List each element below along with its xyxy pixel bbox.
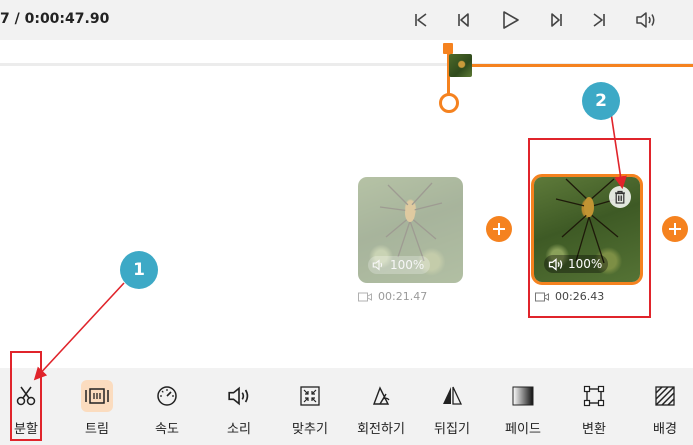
fade-icon (507, 380, 539, 412)
tool-flip[interactable]: 뒤집기 (420, 368, 484, 445)
tool-fit[interactable]: 맞추기 (278, 368, 342, 445)
previous-frame-button[interactable] (451, 8, 475, 32)
clip-volume: 100% (368, 256, 431, 274)
skip-to-start-icon (415, 13, 427, 27)
speaker-icon (223, 380, 255, 412)
playhead-handle[interactable] (443, 43, 453, 54)
playback-bar: 7 / 0:00:47.90 (0, 0, 693, 40)
video-camera-icon (358, 292, 372, 301)
plus-icon (669, 223, 681, 235)
next-frame-icon (551, 13, 562, 27)
play-icon (503, 11, 519, 29)
timeline-progress (472, 64, 693, 67)
video-clip-1[interactable]: 100% (358, 177, 463, 283)
tool-label: 뒤집기 (434, 422, 470, 437)
add-clip-button[interactable] (662, 216, 688, 242)
tool-label: 배경 (653, 422, 677, 437)
tool-background[interactable]: 배경 (633, 368, 693, 445)
volume-button[interactable] (634, 8, 658, 32)
tool-label: 소리 (227, 422, 251, 437)
clip-duration-1: 00:21.47 (358, 290, 427, 303)
timeline-thumbnail (449, 54, 472, 77)
annotation-box-clip (528, 138, 651, 318)
skip-to-end-button[interactable] (587, 8, 611, 32)
tool-sound[interactable]: 소리 (207, 368, 271, 445)
tool-label: 속도 (155, 422, 179, 437)
annotation-box-split (10, 351, 42, 441)
tool-transform[interactable]: 변환 (562, 368, 626, 445)
speedometer-icon (151, 380, 183, 412)
tool-label: 페이드 (505, 422, 541, 437)
speaker-icon (372, 259, 383, 271)
tool-label: 트림 (85, 422, 109, 437)
timecode: 7 / 0:00:47.90 (0, 11, 110, 27)
plus-icon (493, 223, 505, 235)
tool-label: 맞추기 (292, 422, 328, 437)
skip-to-start-button[interactable] (409, 8, 433, 32)
annotation-badge-2: 2 (582, 82, 620, 120)
rotate-icon (365, 380, 397, 412)
tool-label: 회전하기 (357, 422, 405, 437)
edit-toolbar: 분할 트림 속도 소리 맞추기 회전하기 뒤집기 페이드 변환 배경 (0, 368, 693, 445)
tool-speed[interactable]: 속도 (135, 368, 199, 445)
fit-icon (294, 380, 326, 412)
clip-volume-value: 100% (390, 258, 425, 272)
playhead-knob[interactable] (439, 93, 459, 113)
annotation-badge-1: 1 (120, 251, 158, 289)
background-icon (649, 380, 681, 412)
trim-icon (81, 380, 113, 412)
previous-frame-icon (458, 13, 469, 27)
clip-duration-value: 00:21.47 (378, 290, 428, 303)
play-button[interactable] (498, 8, 522, 32)
flip-icon (436, 380, 468, 412)
next-frame-button[interactable] (545, 8, 569, 32)
volume-icon (636, 12, 655, 28)
tool-fade[interactable]: 페이드 (491, 368, 555, 445)
tool-label: 변환 (582, 422, 606, 437)
skip-to-end-icon (593, 13, 605, 27)
add-clip-button[interactable] (486, 216, 512, 242)
tool-rotate[interactable]: 회전하기 (349, 368, 413, 445)
tool-trim[interactable]: 트림 (65, 368, 129, 445)
transform-icon (578, 380, 610, 412)
